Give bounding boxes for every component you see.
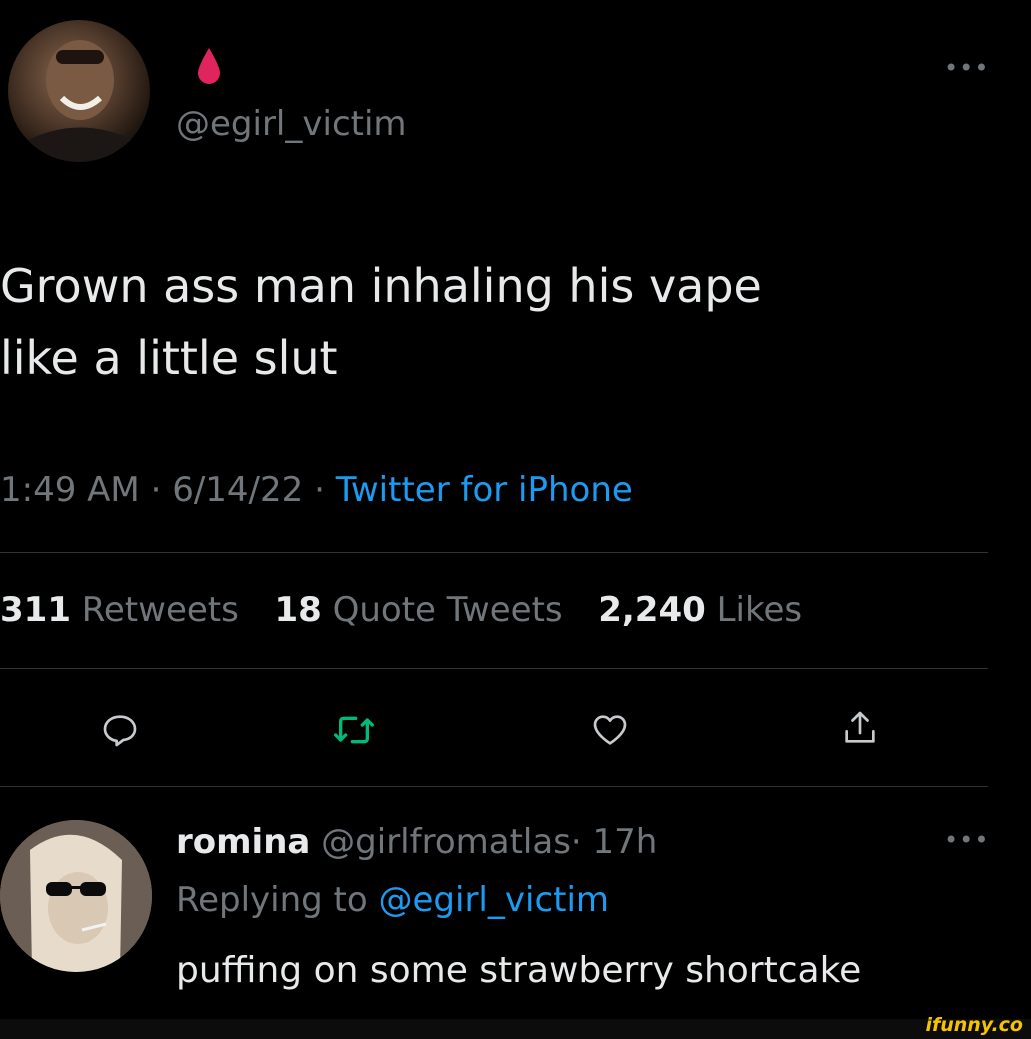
reply-more-icon[interactable]: ••• (944, 826, 989, 854)
likes-label: Likes (716, 590, 803, 630)
share-icon (845, 711, 875, 743)
divider (0, 786, 988, 787)
reply-time[interactable]: · 17h (571, 822, 657, 862)
more-icon[interactable]: ••• (944, 54, 989, 82)
heart-icon (593, 715, 627, 745)
retweets-label: Retweets (81, 590, 239, 630)
bottom-strip (0, 1019, 1031, 1039)
replying-to-handle[interactable]: @egirl_victim (379, 880, 610, 920)
tweet-date[interactable]: 6/14/22 (172, 470, 303, 510)
tweet-text-line-1: Grown ass man inhaling his vape (0, 259, 762, 313)
like-button[interactable] (588, 708, 632, 752)
watermark: ifunny.co (925, 1014, 1023, 1036)
reply-author-handle[interactable]: @girlfromatlas (321, 822, 571, 862)
reply-author-name[interactable]: romina (176, 822, 310, 862)
share-button[interactable] (838, 706, 882, 750)
reply-icon (103, 715, 137, 747)
quotes-stat[interactable]: 18 Quote Tweets (274, 590, 573, 630)
reply-header: romina @girlfromatlas· 17h (176, 822, 657, 862)
retweet-button[interactable] (332, 708, 376, 752)
author-handle[interactable]: @egirl_victim (176, 104, 407, 144)
meta-separator: · (314, 470, 325, 510)
divider (0, 668, 988, 669)
avatar[interactable] (8, 20, 150, 162)
quotes-label: Quote Tweets (332, 590, 563, 630)
meta-separator: · (150, 470, 162, 510)
tweet-source[interactable]: Twitter for iPhone (336, 470, 633, 510)
divider (0, 552, 988, 553)
tweet-meta: 1:49 AM · 6/14/22 · Twitter for iPhone (0, 470, 633, 510)
quotes-count: 18 (274, 590, 322, 630)
reply-text: puffing on some strawberry shortcake (176, 950, 862, 991)
retweets-stat[interactable]: 311 Retweets (0, 590, 250, 630)
tweet-time[interactable]: 1:49 AM (0, 470, 140, 510)
replying-to-label: Replying to (176, 880, 368, 920)
blood-drop-icon (196, 46, 222, 90)
retweets-count: 311 (0, 590, 71, 630)
tweet-text-line-2: like a little slut (0, 331, 338, 385)
reply-avatar-image (0, 820, 152, 972)
avatar-image (28, 40, 133, 162)
retweet-icon (333, 716, 374, 744)
tweet-text: Grown ass man inhaling his vape like a l… (0, 250, 762, 394)
replying-to: Replying to @egirl_victim (176, 880, 609, 920)
reply-button[interactable] (98, 708, 142, 752)
tweet-stats: 311 Retweets 18 Quote Tweets 2,240 Likes (0, 590, 802, 630)
likes-count: 2,240 (598, 590, 706, 630)
reply-avatar[interactable] (0, 820, 152, 972)
likes-stat[interactable]: 2,240 Likes (598, 590, 802, 630)
